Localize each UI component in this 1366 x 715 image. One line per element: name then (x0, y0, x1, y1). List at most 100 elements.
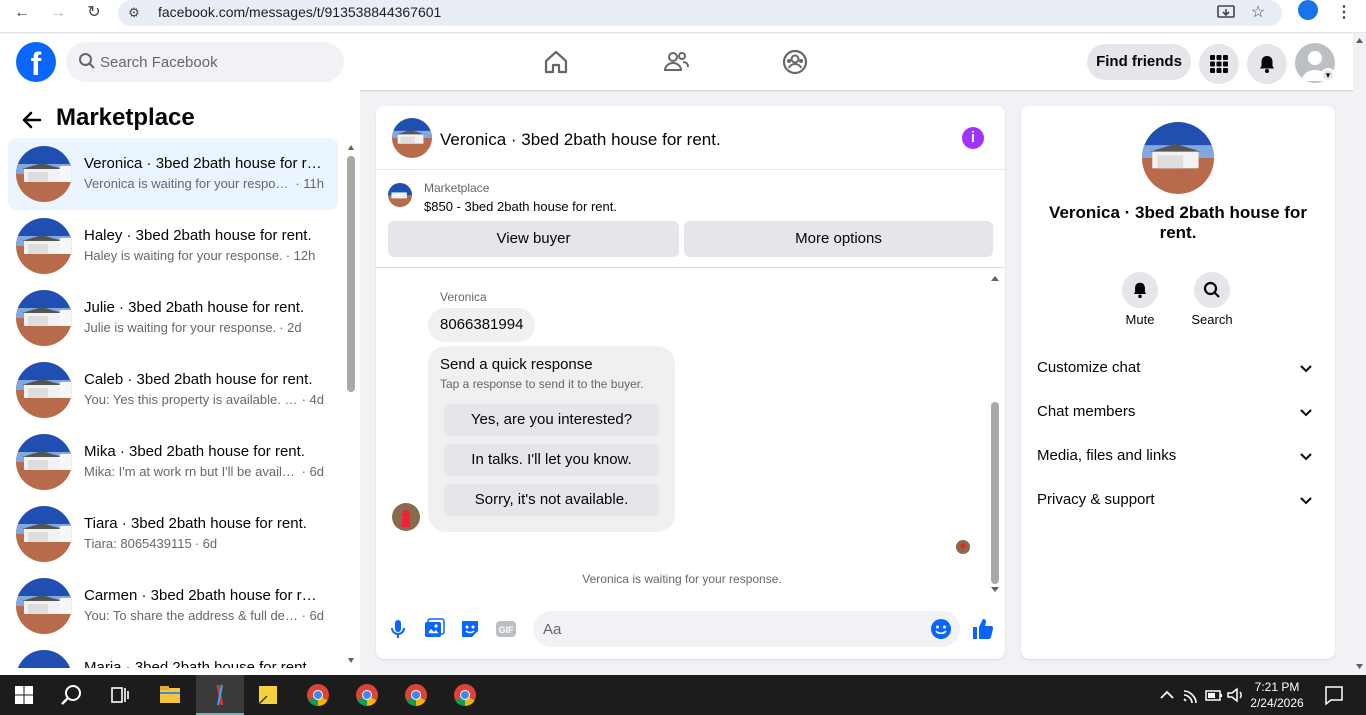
chrome-icon[interactable] (453, 683, 477, 707)
section-label: Privacy & support (1037, 491, 1155, 508)
url-text[interactable]: facebook.com/messages/t/913538844367601 (158, 4, 441, 20)
mute-button[interactable] (1122, 272, 1158, 308)
search-icon (1203, 281, 1220, 298)
bell-icon (1133, 282, 1147, 299)
chevron-down-icon (1300, 409, 1312, 417)
file-explorer-icon[interactable] (158, 683, 182, 707)
chevron-down-icon (1300, 497, 1312, 505)
volume-icon[interactable] (1224, 683, 1248, 707)
menu-grid-button[interactable] (1199, 44, 1239, 84)
home-icon[interactable] (542, 48, 570, 76)
search-label[interactable]: Search (1182, 312, 1242, 327)
message-composer: GIF (376, 603, 1005, 659)
chat-thumbnail (16, 218, 72, 274)
grid-icon (1210, 55, 1228, 73)
system-clock[interactable]: 7:21 PM 2/24/2026 (1248, 679, 1306, 711)
message-bubble[interactable]: 8066381994 (428, 308, 536, 342)
site-settings-icon[interactable]: ⚙ (124, 3, 144, 23)
taskbar-active-app[interactable] (196, 675, 244, 715)
media-files-links-section[interactable]: Media, files and links (1037, 436, 1319, 476)
search-conversation-button[interactable] (1194, 272, 1230, 308)
photo-icon[interactable] (422, 617, 446, 641)
bell-icon (1260, 56, 1274, 73)
chat-list-item[interactable]: Mika · 3bed 2bath house for rent. Mika: I… (8, 426, 338, 498)
quick-response-in-talks-button[interactable]: In talks. I'll let you know. (444, 444, 659, 476)
wifi-icon[interactable] (1180, 683, 1204, 707)
listing-price-title[interactable]: $850 - 3bed 2bath house for rent. (424, 199, 617, 214)
groups-icon[interactable] (781, 48, 809, 76)
chat-list-item[interactable]: Julie · 3bed 2bath house for rent. Julie … (8, 282, 338, 354)
notifications-button[interactable] (1247, 44, 1287, 84)
details-thumbnail[interactable] (1142, 122, 1214, 194)
listing-thumbnail[interactable] (388, 183, 412, 207)
chat-list-item[interactable]: Caleb · 3bed 2bath house for rent. You: Y… (8, 354, 338, 426)
chat-time: · 11h (295, 176, 324, 191)
chat-preview: Tiara: 8065439115 · 6d (84, 536, 324, 551)
bookmark-star-icon[interactable]: ☆ (1248, 3, 1268, 23)
chat-preview-text: Veronica is waiting for your response. (84, 176, 293, 191)
install-icon[interactable] (1216, 3, 1236, 23)
chrome-icon[interactable] (404, 683, 428, 707)
chat-time: · 6d (301, 608, 324, 623)
privacy-support-section[interactable]: Privacy & support (1037, 480, 1319, 520)
chat-name: Caleb · 3bed 2bath house for rent. (84, 371, 313, 388)
sticky-notes-icon[interactable] (256, 683, 280, 707)
conversation-title[interactable]: Veronica · 3bed 2bath house for rent. (440, 130, 721, 150)
chat-name: Mika · 3bed 2bath house for rent. (84, 443, 305, 460)
facebook-logo-icon[interactable]: f (16, 42, 56, 82)
reload-icon[interactable]: ↻ (84, 3, 104, 23)
message-input[interactable] (543, 611, 923, 647)
chrome-icon[interactable] (306, 683, 330, 707)
customize-chat-section[interactable]: Customize chat (1037, 348, 1319, 388)
chat-list-panel: Marketplace Veronica · 3bed 2bath house … (0, 90, 360, 675)
battery-icon[interactable] (1202, 683, 1226, 707)
back-arrow-icon[interactable] (20, 108, 44, 132)
chat-list-item[interactable]: Tiara · 3bed 2bath house for rent. Tiara:… (8, 498, 338, 570)
quick-response-title: Send a quick response (440, 356, 593, 373)
chat-name: Carmen · 3bed 2bath house for rent. (84, 587, 322, 604)
task-view-icon[interactable] (108, 683, 132, 707)
find-friends-button[interactable]: Find friends (1087, 44, 1191, 80)
marketplace-label: Marketplace (424, 181, 490, 195)
mute-label[interactable]: Mute (1110, 312, 1170, 327)
clock-date: 2/24/2026 (1250, 696, 1304, 710)
chevron-up-icon[interactable] (1155, 683, 1179, 707)
emoji-icon[interactable] (930, 618, 952, 640)
chevron-down-icon (1300, 453, 1312, 461)
message-input-box[interactable] (533, 611, 960, 647)
search-input[interactable] (100, 42, 330, 82)
chat-list-scrollbar[interactable] (347, 142, 355, 666)
search-box[interactable] (66, 42, 344, 82)
account-chevron-icon[interactable]: ▾ (1321, 68, 1335, 82)
chat-preview-text: Julie is waiting for your response. (84, 320, 277, 335)
facebook-header: f Find friends ▾ (0, 34, 1366, 90)
chat-members-section[interactable]: Chat members (1037, 392, 1319, 432)
conversation-thumbnail[interactable] (392, 118, 432, 158)
chat-list-item[interactable]: Maria · 3bed 2bath house for rent. (8, 642, 338, 668)
more-options-button[interactable]: More options (684, 221, 993, 257)
snipping-tool-icon (216, 684, 224, 706)
gif-icon[interactable]: GIF (494, 617, 518, 641)
quick-response-not-available-button[interactable]: Sorry, it's not available. (444, 484, 659, 516)
chat-list-item[interactable]: Haley · 3bed 2bath house for rent. Haley … (8, 210, 338, 282)
chat-list-item[interactable]: Veronica · 3bed 2bath house for rent. Ver… (8, 138, 338, 210)
windows-start-icon[interactable] (12, 683, 36, 707)
forward-icon[interactable]: → (48, 3, 68, 23)
sticker-icon[interactable] (458, 617, 482, 641)
page-scrollbar[interactable] (1353, 34, 1366, 675)
menu-icon[interactable]: ⋮ (1334, 3, 1354, 23)
sender-avatar[interactable] (392, 503, 420, 531)
back-icon[interactable]: ← (12, 3, 32, 23)
chat-list-item[interactable]: Carmen · 3bed 2bath house for rent. You: … (8, 570, 338, 642)
friends-icon[interactable] (662, 48, 690, 76)
microphone-icon[interactable] (386, 617, 410, 641)
notification-center-icon[interactable] (1322, 683, 1346, 707)
message-scrollbar[interactable] (990, 272, 1000, 594)
chrome-icon[interactable] (355, 683, 379, 707)
view-buyer-button[interactable]: View buyer (388, 221, 679, 257)
taskbar-search-icon[interactable] (60, 683, 84, 707)
like-icon[interactable] (971, 617, 995, 641)
info-icon[interactable]: i (962, 127, 984, 149)
quick-response-yes-button[interactable]: Yes, are you interested? (444, 404, 659, 436)
profile-icon[interactable] (1298, 0, 1318, 20)
